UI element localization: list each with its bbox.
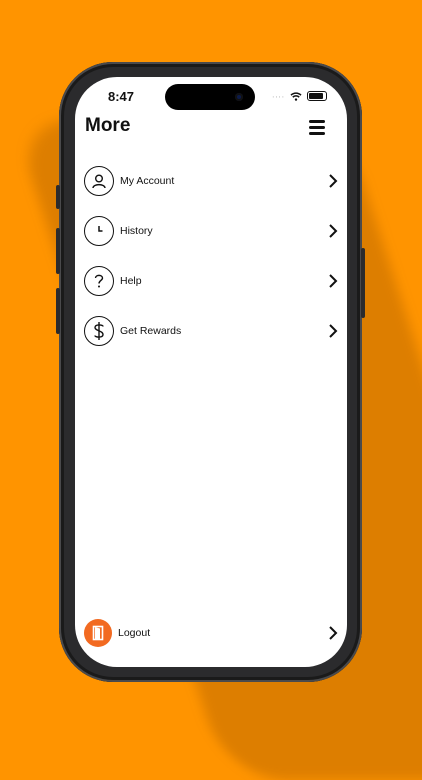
- page-title: More: [85, 115, 131, 136]
- chevron-right-icon: [329, 174, 338, 188]
- volume-down-button: [56, 288, 60, 334]
- menu-item-help[interactable]: Help: [84, 265, 339, 297]
- hamburger-menu-icon[interactable]: [309, 120, 325, 136]
- wifi-icon: [290, 91, 302, 101]
- menu-item-my-account[interactable]: My Account: [84, 165, 339, 197]
- menu-item-label: Get Rewards: [120, 325, 182, 337]
- user-icon: [84, 166, 114, 196]
- logout-button[interactable]: Logout: [84, 617, 339, 649]
- question-icon: [84, 266, 114, 296]
- logout-label: Logout: [118, 627, 151, 639]
- signal-dots-icon: ∙∙∙∙: [272, 91, 285, 101]
- status-icons: ∙∙∙∙: [272, 91, 327, 101]
- door-icon: [84, 619, 112, 647]
- clock-icon: [84, 216, 114, 246]
- app-screen: 8:47 ∙∙∙∙ More My Account History Help G…: [75, 77, 347, 667]
- chevron-right-icon: [329, 274, 338, 288]
- menu-item-label: Help: [120, 275, 142, 287]
- status-time: 8:47: [108, 89, 135, 104]
- battery-icon: [307, 91, 327, 101]
- volume-up-button: [56, 228, 60, 274]
- dynamic-island: [165, 84, 255, 110]
- chevron-right-icon: [329, 224, 338, 238]
- menu-item-get-rewards[interactable]: Get Rewards: [84, 315, 339, 347]
- chevron-right-icon: [329, 324, 338, 338]
- chevron-right-icon: [329, 626, 338, 640]
- menu-item-history[interactable]: History: [84, 215, 339, 247]
- dollar-icon: [84, 316, 114, 346]
- menu-item-label: My Account: [120, 175, 175, 187]
- power-button: [361, 248, 365, 318]
- menu-item-label: History: [120, 225, 153, 237]
- action-button: [56, 185, 60, 209]
- camera-icon: [235, 93, 243, 101]
